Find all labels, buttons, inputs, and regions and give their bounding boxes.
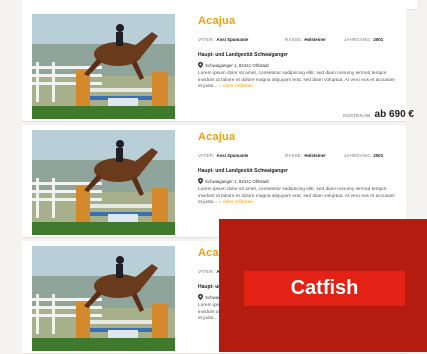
price: KOSTEN AB ab 690 € <box>343 109 414 120</box>
more-link[interactable]: » mehr erfahren <box>219 84 253 89</box>
breed-label: RASSE: <box>285 37 303 42</box>
year-value: 2001 <box>373 153 384 158</box>
year-label: JAHRGANG: <box>344 37 372 42</box>
stud-name: Haupt- und Landgestüt Schwaiganger <box>198 52 289 58</box>
price-value: ab 690 € <box>374 109 414 120</box>
location-pin-icon <box>198 62 203 68</box>
address: Schwaiganger 1, 82441 Ohlstadt <box>198 62 269 68</box>
father-value: Ansi Spumante <box>216 37 249 42</box>
breed-value: Holsteiner <box>304 153 326 158</box>
location-pin-icon <box>198 294 203 300</box>
breed-value: Holsteiner <box>304 37 326 42</box>
father-label: VATER: <box>198 269 215 274</box>
listing-card[interactable]: Acajua VATER:Ansi Spumante RASSE:Holstei… <box>22 9 414 122</box>
horse-name[interactable]: Acajua <box>198 15 235 27</box>
horse-photo[interactable] <box>32 246 175 351</box>
catfish-ad-overlay[interactable]: Catfish <box>219 219 427 352</box>
breed-label: RASSE: <box>285 153 303 158</box>
address: Schwaiganger 1, 82441 Ohlstadt <box>198 178 269 184</box>
year-label: JAHRGANG: <box>344 153 372 158</box>
show-jumping-photo <box>32 246 175 351</box>
description: Lorem ipsum dolor sit amet, consetetur s… <box>198 71 400 91</box>
price-label: KOSTEN AB <box>343 113 371 118</box>
year-value: 2001 <box>373 37 384 42</box>
horse-attributes: VATER:Ansi Spumante RASSE:Holsteiner JAH… <box>198 37 402 45</box>
father-value: Ansi Spumante <box>216 153 249 158</box>
father-label: VATER: <box>198 37 215 42</box>
horse-photo[interactable] <box>32 14 175 119</box>
horse-photo[interactable] <box>32 130 175 235</box>
show-jumping-photo <box>32 130 175 235</box>
address-text: Schwaiganger 1, 82441 Ohlstadt <box>205 62 269 68</box>
stud-name: Haupt- und Landgestüt Schwaiganger <box>198 168 289 174</box>
location-pin-icon <box>198 178 203 184</box>
father-label: VATER: <box>198 153 215 158</box>
horse-name[interactable]: Acajua <box>198 131 235 143</box>
more-link[interactable]: » mehr erfahren <box>219 200 253 205</box>
show-jumping-photo <box>32 14 175 119</box>
address-text: Schwaiganger 1, 82441 Ohlstadt <box>205 178 269 184</box>
description: Lorem ipsum dolor sit amet, consetetur s… <box>198 187 400 207</box>
catfish-button[interactable]: Catfish <box>244 271 405 306</box>
horse-attributes: VATER:Ansi Spumante RASSE:Holsteiner JAH… <box>198 153 402 161</box>
